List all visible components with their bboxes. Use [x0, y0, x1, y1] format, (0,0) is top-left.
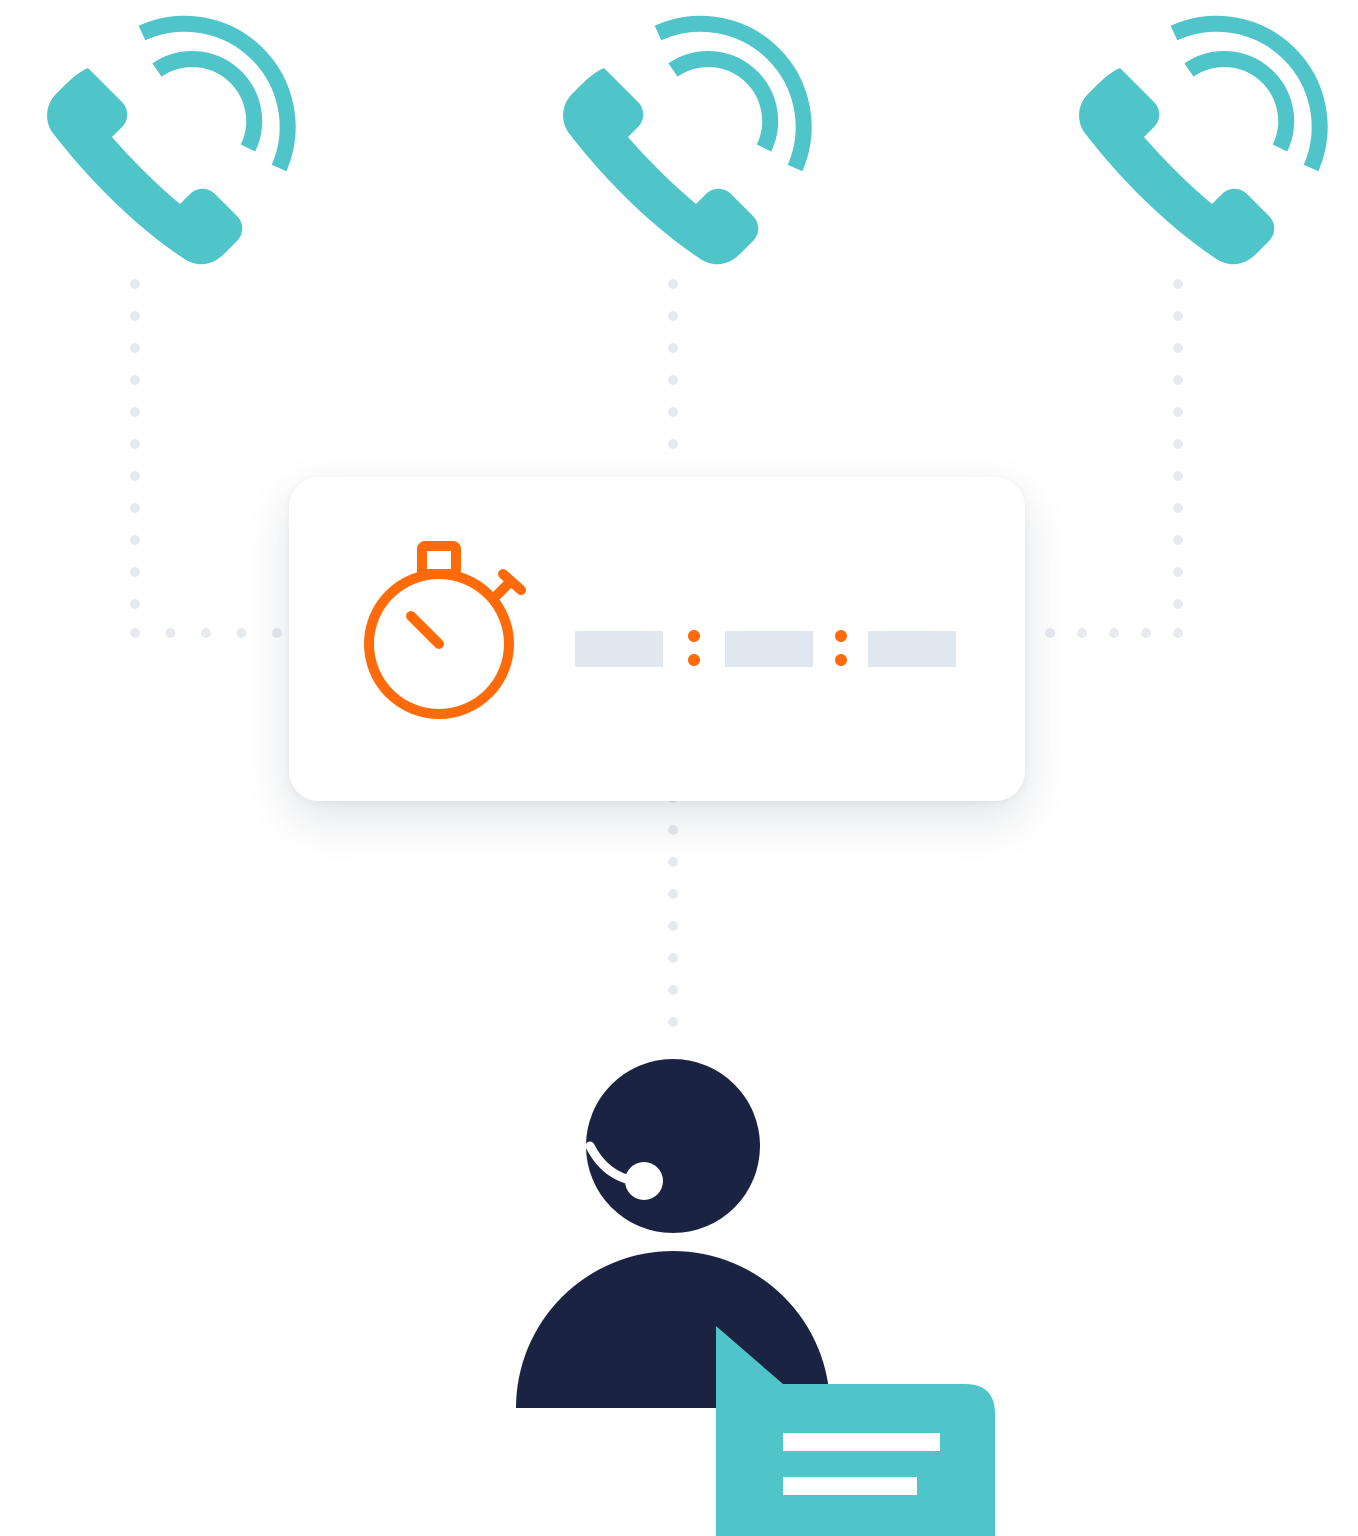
connector-dot [668, 343, 678, 353]
incoming-calls [47, 15, 1328, 265]
connector-dot [130, 311, 140, 321]
connector-dot [272, 628, 282, 638]
phone-ringing-icon [47, 15, 296, 265]
connector-dot [130, 439, 140, 449]
timer-separator-dot [835, 630, 847, 642]
timer-minutes-placeholder [725, 631, 813, 667]
headset-agent-icon [516, 1059, 830, 1408]
connector-dot [165, 628, 176, 638]
message-line [783, 1477, 917, 1495]
connector-dot [130, 503, 140, 513]
connector-dot [668, 375, 678, 385]
stopwatch-icon [364, 541, 526, 719]
timer-display [575, 630, 956, 667]
connector-dot [668, 439, 678, 449]
connector-dot [1173, 343, 1183, 353]
connector-dot [1173, 375, 1183, 385]
connector-dot [668, 407, 678, 417]
connector-dot [668, 311, 678, 321]
timer-separator-dot [835, 654, 847, 666]
support-agent [516, 1059, 995, 1536]
connector-dot [130, 471, 140, 481]
connector-dot [201, 628, 211, 638]
connector-dot [130, 628, 140, 638]
connector-dot [1173, 599, 1183, 609]
connector-dot [130, 567, 140, 577]
connector-dot [668, 1017, 678, 1027]
connector-dot [1077, 628, 1087, 638]
connector-dot [668, 825, 678, 835]
connector-dot [1141, 628, 1151, 638]
connector-dot [668, 921, 678, 931]
connector-dot [1109, 628, 1119, 638]
call-timer-card [289, 477, 1025, 801]
connector-dot [1173, 503, 1183, 513]
connector-dot [130, 375, 140, 385]
connector-dot [130, 407, 140, 417]
timer-separator-dot [688, 630, 700, 642]
message-line [783, 1433, 940, 1451]
connector-dot [1045, 628, 1055, 638]
connector-dot [1173, 471, 1183, 481]
timer-contents [364, 541, 956, 719]
timer-separator-dot [688, 654, 700, 666]
connector-dot [668, 857, 678, 867]
timer-hours-placeholder [575, 631, 663, 667]
connector-dot [668, 953, 678, 963]
connector-dot [1173, 567, 1183, 577]
connector-dot [1173, 439, 1183, 449]
timer-seconds-placeholder [868, 631, 956, 667]
connector-dot [668, 889, 678, 899]
connector-dot [130, 343, 140, 353]
connector-dot [1173, 311, 1183, 321]
connector-dot [1173, 535, 1183, 545]
connector-dot [236, 628, 247, 638]
phone-ringing-icon [563, 15, 812, 265]
connector-dot [1173, 407, 1183, 417]
connector-dot [130, 599, 140, 609]
connector-dot [668, 985, 678, 995]
connector-dot [130, 535, 140, 545]
connector-dot [1173, 628, 1183, 638]
phone-ringing-icon [1079, 15, 1328, 265]
